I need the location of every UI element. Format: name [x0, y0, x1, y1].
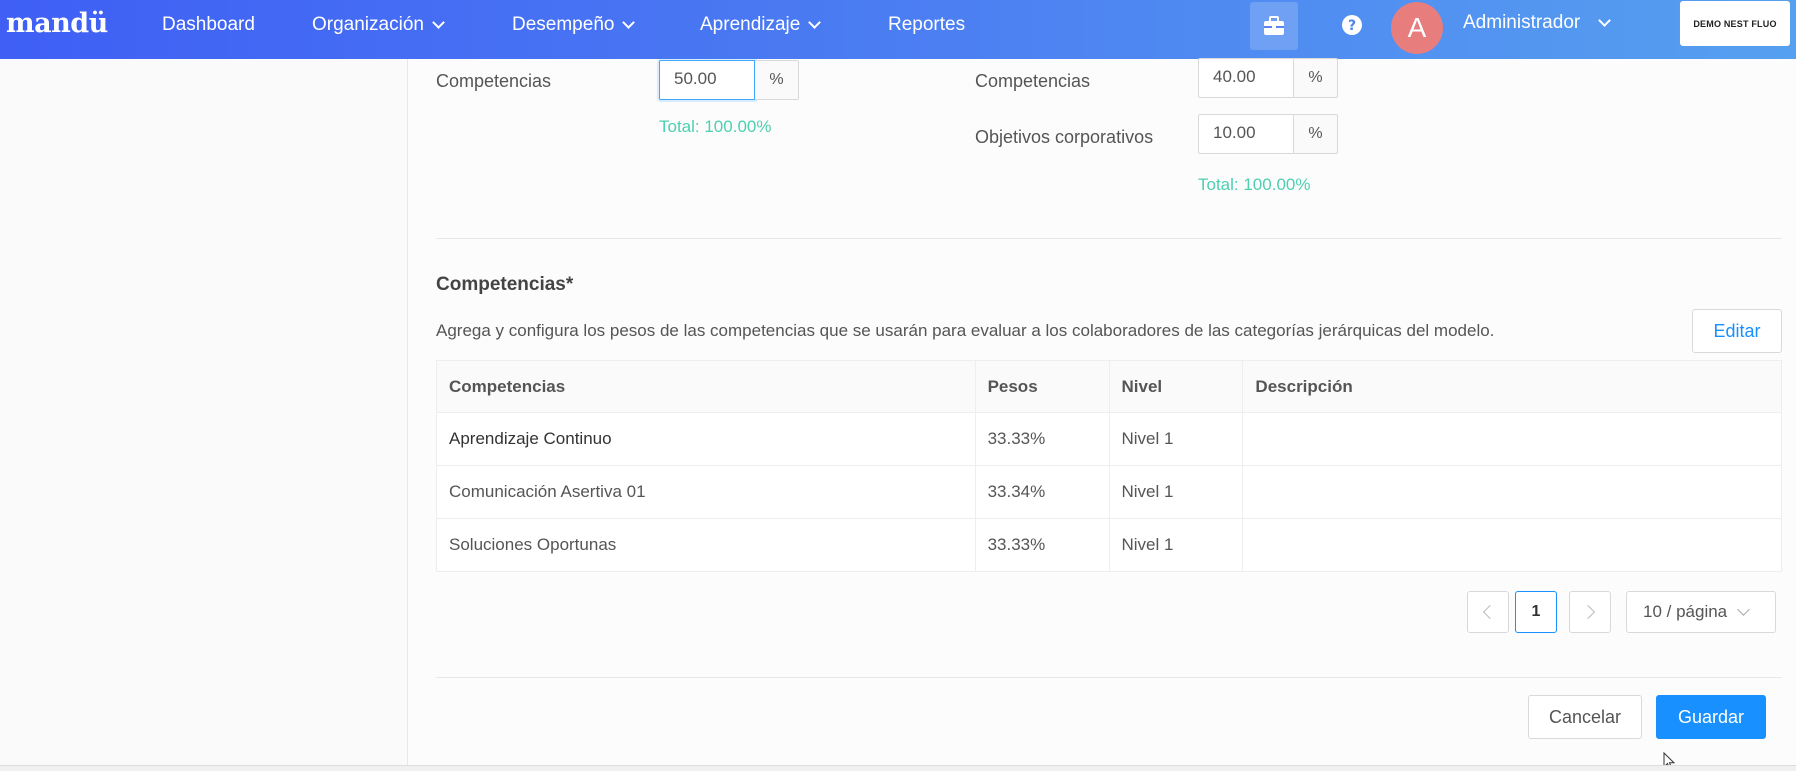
competencia-name: Aprendizaje Continuo [436, 412, 976, 466]
competencias-weight-value[interactable]: 50.00 [659, 60, 755, 100]
avatar[interactable]: A [1391, 2, 1443, 54]
total-left: Total: 100.00% [659, 117, 772, 136]
competencias-weight-input[interactable]: 50.00 % [659, 60, 799, 100]
nav-reportes-label: Reportes [888, 14, 966, 35]
page-size-select[interactable]: 10 / página [1626, 591, 1776, 633]
chevron-down-icon [622, 16, 636, 29]
table-row[interactable]: Aprendizaje Continuo 33.33% Nivel 1 [436, 412, 1782, 466]
footer-divider [436, 677, 1782, 678]
competencias-right-weight-value[interactable]: 40.00 [1198, 58, 1294, 98]
save-button[interactable]: Guardar [1656, 695, 1766, 739]
percent-suffix: % [755, 60, 799, 100]
edit-button[interactable]: Editar [1692, 309, 1782, 353]
nav-organizacion[interactable]: Organización [312, 14, 445, 36]
page-size-value: 10 / página [1643, 602, 1728, 621]
weight-label-competencias: Competencias [436, 71, 552, 91]
chevron-down-icon [432, 16, 445, 29]
chevron-down-icon [1737, 603, 1751, 616]
objetivos-weight-value[interactable]: 10.00 [1198, 114, 1294, 154]
nav-aprendizaje[interactable]: Aprendizaje [700, 14, 822, 36]
table-header-row: Competencias Pesos Nivel Descripción [436, 360, 1782, 413]
competencia-level: Nivel 1 [1108, 465, 1244, 519]
briefcase-icon [1264, 16, 1284, 35]
competencia-level: Nivel 1 [1108, 412, 1244, 466]
competencias-table: Competencias Pesos Nivel Descripción Apr… [436, 360, 1782, 572]
percent-suffix: % [1294, 114, 1338, 154]
sidebar [0, 59, 408, 765]
nav-desempeno-label: Desempeño [512, 14, 615, 35]
top-navbar: mandü Dashboard Organización Desempeño A… [0, 0, 1796, 59]
section-description: Agrega y configura los pesos de las comp… [436, 321, 1495, 340]
column-header-competencias: Competencias [436, 360, 976, 413]
chevron-left-icon [1482, 604, 1498, 620]
help-button[interactable]: ? [1328, 0, 1376, 50]
weight-label-objetivos: Objetivos corporativos [975, 127, 1154, 147]
nav-organizacion-label: Organización [312, 14, 424, 35]
company-logo[interactable]: DEMO NEST FLUO [1680, 1, 1790, 46]
cancel-button[interactable]: Cancelar [1528, 695, 1642, 739]
table-row[interactable]: Comunicación Asertiva 01 33.34% Nivel 1 [436, 465, 1782, 519]
competencia-level: Nivel 1 [1108, 518, 1244, 572]
svg-text:?: ? [1348, 18, 1356, 34]
competencia-weight: 33.33% [974, 412, 1110, 466]
table-row[interactable]: Soluciones Oportunas 33.33% Nivel 1 [436, 518, 1782, 572]
user-menu[interactable]: Administrador [1463, 12, 1612, 34]
nav-dashboard[interactable]: Dashboard [162, 14, 255, 36]
window-bottom-edge [0, 765, 1796, 771]
competencia-description [1242, 412, 1782, 466]
section-title: Competencias* [436, 274, 574, 295]
next-page-button[interactable] [1569, 591, 1611, 633]
competencia-name: Soluciones Oportunas [436, 518, 976, 572]
column-header-nivel: Nivel [1108, 360, 1244, 413]
competencias-right-weight-input[interactable]: 40.00 % [1198, 58, 1338, 98]
chevron-down-icon [808, 16, 822, 29]
prev-page-button[interactable] [1467, 591, 1509, 633]
competencia-description [1242, 465, 1782, 519]
objetivos-weight-input[interactable]: 10.00 % [1198, 114, 1338, 154]
help-icon: ? [1342, 15, 1362, 35]
column-header-descripcion: Descripción [1242, 360, 1782, 413]
total-right: Total: 100.00% [1198, 175, 1311, 194]
chevron-down-icon [1598, 14, 1612, 27]
nav-reportes[interactable]: Reportes [888, 14, 965, 36]
percent-suffix: % [1294, 58, 1338, 98]
app-logo[interactable]: mandü [6, 8, 108, 39]
nav-dashboard-label: Dashboard [162, 14, 255, 35]
column-header-pesos: Pesos [974, 360, 1110, 413]
competencia-weight: 33.33% [974, 518, 1110, 572]
page-button-current[interactable]: 1 [1515, 591, 1557, 633]
briefcase-button[interactable] [1250, 2, 1298, 50]
user-name: Administrador [1463, 12, 1581, 33]
chevron-right-icon [1580, 604, 1596, 620]
section-divider [436, 238, 1782, 239]
competencia-name: Comunicación Asertiva 01 [436, 465, 976, 519]
competencia-weight: 33.34% [974, 465, 1110, 519]
nav-desempeno[interactable]: Desempeño [512, 14, 636, 36]
competencia-description [1242, 518, 1782, 572]
nav-aprendizaje-label: Aprendizaje [700, 14, 801, 35]
weight-label-competencias-right: Competencias [975, 71, 1091, 91]
